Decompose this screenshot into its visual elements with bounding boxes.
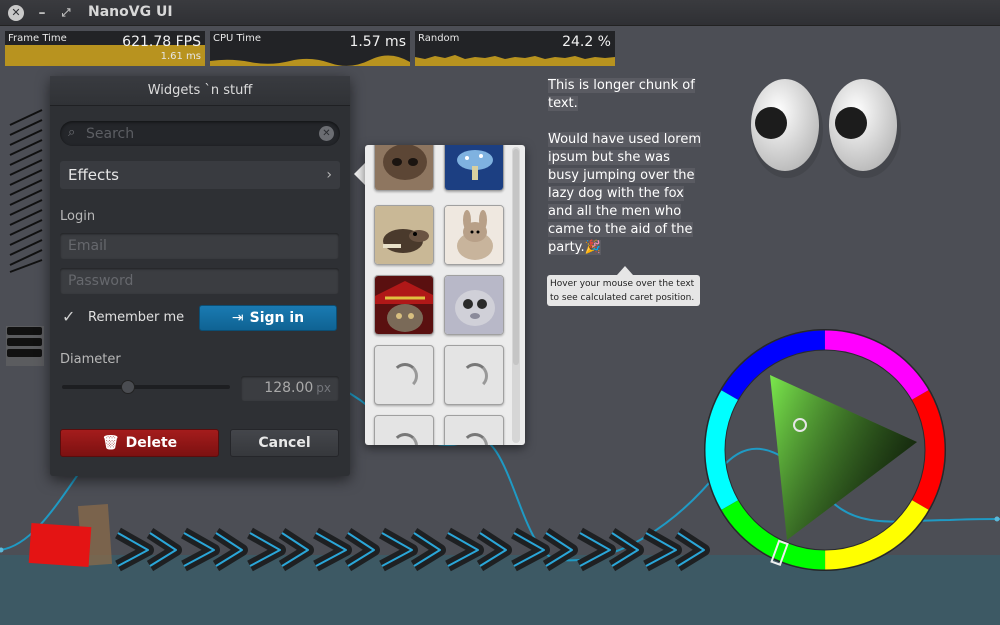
thumbnail-loading[interactable] [374, 345, 434, 405]
thumbnail-image[interactable] [444, 205, 504, 265]
diagonal-lines [9, 109, 43, 273]
paragraph-line: text. [548, 96, 578, 111]
paragraph-line: and all the men who [548, 204, 682, 219]
popup-arrow [354, 163, 365, 185]
checkmark-icon: ✓ [62, 307, 76, 326]
sign-in-label: Sign in [249, 310, 305, 326]
thumbnail-image[interactable] [374, 275, 434, 335]
graph-random: Random 24.2 % [415, 31, 615, 66]
curve-point [994, 516, 1000, 522]
email-field[interactable] [60, 233, 339, 259]
diameter-unit: px [316, 381, 331, 395]
delete-button[interactable]: 🗑 Delete [60, 429, 219, 457]
spinner-icon [462, 433, 488, 445]
login-icon: ⇥ [231, 310, 244, 326]
paragraph-line: Would have used lorem [548, 132, 701, 147]
graph-label: Frame Time [8, 33, 67, 44]
delete-label: Delete [125, 435, 178, 451]
thumbnail-image[interactable] [444, 275, 504, 335]
paragraph-line: came to the aid of the [548, 222, 693, 237]
trash-icon: 🗑 [101, 435, 120, 451]
paragraph-line: lazy dog with the fox [548, 186, 684, 201]
thumbnail-loading[interactable] [444, 345, 504, 405]
diameter-value: 128.00 [264, 380, 314, 396]
chevron-row [115, 527, 710, 572]
diameter-label: Diameter [60, 352, 121, 367]
login-label: Login [60, 209, 96, 224]
thumbnail-image[interactable] [444, 145, 504, 191]
remember-me-checkbox[interactable]: ✓ Remember me [60, 306, 190, 330]
thumbnail-image[interactable] [374, 145, 434, 191]
graph-value: 621.78 FPS [122, 34, 201, 50]
diameter-value-box[interactable]: 128.00 px [241, 376, 339, 401]
chevron-right-icon: › [326, 167, 332, 183]
graph-cpu-time: CPU Time 1.57 ms [210, 31, 410, 66]
password-field[interactable] [60, 268, 339, 294]
graph-value: 1.57 ms [349, 34, 406, 50]
thumbnail-popup [365, 145, 525, 445]
graph-subvalue: 1.61 ms [160, 51, 201, 62]
paragraph-line: ipsum but she was [548, 150, 670, 165]
left-pupil [755, 107, 787, 139]
graph-label: CPU Time [213, 33, 261, 44]
paragraph-line: This is longer chunk of [548, 78, 695, 93]
search-input[interactable] [86, 121, 306, 146]
paragraph-line: party.🎉 [548, 240, 601, 255]
thumbnail-loading[interactable] [374, 415, 434, 445]
right-pupil [835, 107, 867, 139]
paragraph-line: busy jumping over the [548, 168, 695, 183]
spinner-icon [462, 363, 488, 389]
search-box[interactable]: ⌕ ✕ [60, 121, 340, 146]
remember-me-label: Remember me [88, 310, 185, 325]
paragraph-line [548, 113, 708, 131]
cancel-label: Cancel [258, 435, 311, 451]
popup-scrollbar-thumb[interactable] [513, 149, 519, 365]
clear-icon[interactable]: ✕ [319, 126, 334, 141]
graph-frame-time: Frame Time 621.78 FPS 1.61 ms [5, 31, 205, 66]
diameter-slider-knob[interactable] [121, 380, 135, 394]
effects-dropdown[interactable]: Effects › [60, 161, 340, 189]
diameter-slider-track[interactable] [62, 385, 230, 389]
effects-label: Effects [68, 166, 119, 184]
graph-value: 24.2 % [562, 34, 611, 50]
paragraph-text: This is longer chunk of text. Would have… [548, 77, 708, 257]
eyes-graphic [751, 79, 901, 178]
red-rect [28, 522, 92, 568]
tooltip: Hover your mouse over the text to see ca… [547, 275, 700, 306]
spinner-icon [392, 433, 418, 445]
thumbnail-image[interactable] [374, 205, 434, 265]
widgets-window: Widgets `n stuff ⌕ ✕ Effects › Login ✓ R… [50, 76, 350, 476]
cancel-button[interactable]: Cancel [230, 429, 339, 457]
thumbnail-loading[interactable] [444, 415, 504, 445]
search-icon: ⌕ [68, 125, 76, 140]
stacked-bars-icon [6, 326, 44, 366]
tooltip-arrow [617, 266, 633, 275]
spinner-icon [392, 363, 418, 389]
window-header: Widgets `n stuff [50, 76, 350, 106]
graph-label: Random [418, 33, 460, 44]
curve-point [0, 547, 4, 553]
sign-in-button[interactable]: ⇥ Sign in [199, 305, 337, 331]
